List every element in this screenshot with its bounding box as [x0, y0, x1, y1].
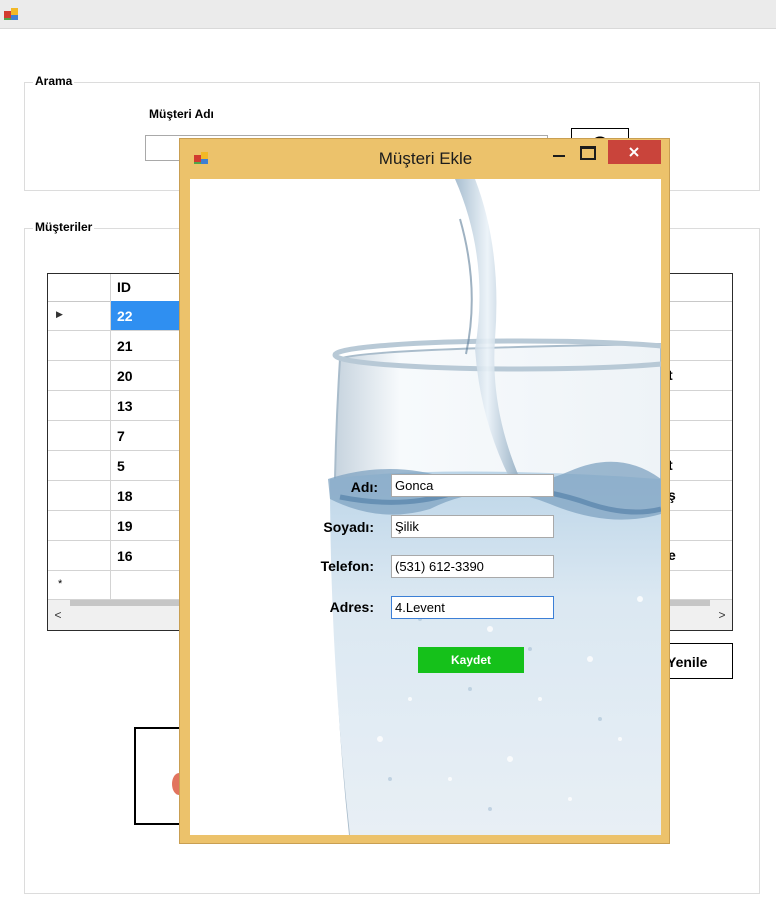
phone-label: Telefon:: [320, 558, 374, 574]
row-header[interactable]: [48, 481, 111, 510]
water-glass-background: [328, 179, 661, 835]
customer-add-dialog: Müşteri Ekle Adı: Gonca Soyadı: Şilik Te…: [179, 138, 670, 844]
close-icon: [629, 147, 639, 157]
column-header-id[interactable]: ID: [117, 279, 131, 295]
close-button[interactable]: [608, 140, 661, 164]
surname-input[interactable]: [391, 515, 554, 538]
new-row-icon: *: [58, 578, 63, 590]
search-group-title: Arama: [33, 74, 75, 88]
main-titlebar: [0, 0, 776, 29]
minimize-icon[interactable]: [548, 143, 572, 161]
address-input[interactable]: [391, 596, 554, 619]
dialog-client-area: Adı: Soyadı: Telefon: Adres: Kaydet: [190, 179, 661, 835]
name-input[interactable]: [391, 474, 554, 497]
refresh-button-label: Yenile: [667, 654, 708, 670]
surname-label: Soyadı:: [323, 519, 374, 535]
scroll-right-icon[interactable]: >: [715, 608, 729, 622]
row-header[interactable]: [48, 421, 111, 450]
grid-corner-header: [48, 274, 111, 301]
customers-group-title: Müşteriler: [33, 220, 95, 234]
name-label: Adı:: [350, 479, 378, 495]
row-header[interactable]: [48, 331, 111, 360]
address-label: Adres:: [329, 599, 374, 615]
row-header[interactable]: [48, 391, 111, 420]
scroll-left-icon[interactable]: <: [51, 608, 65, 622]
app-icon: [4, 8, 18, 20]
row-header[interactable]: [48, 511, 111, 540]
row-header[interactable]: ▶: [48, 301, 111, 330]
maximize-icon[interactable]: [576, 143, 600, 161]
phone-input[interactable]: [391, 555, 554, 578]
selected-row-icon: ▶: [56, 309, 63, 319]
new-row-header[interactable]: *: [48, 571, 111, 599]
row-header[interactable]: [48, 451, 111, 480]
save-button[interactable]: Kaydet: [418, 647, 524, 673]
row-header[interactable]: [48, 541, 111, 570]
customer-name-label: Müşteri Adı: [149, 107, 214, 121]
row-header[interactable]: [48, 361, 111, 390]
